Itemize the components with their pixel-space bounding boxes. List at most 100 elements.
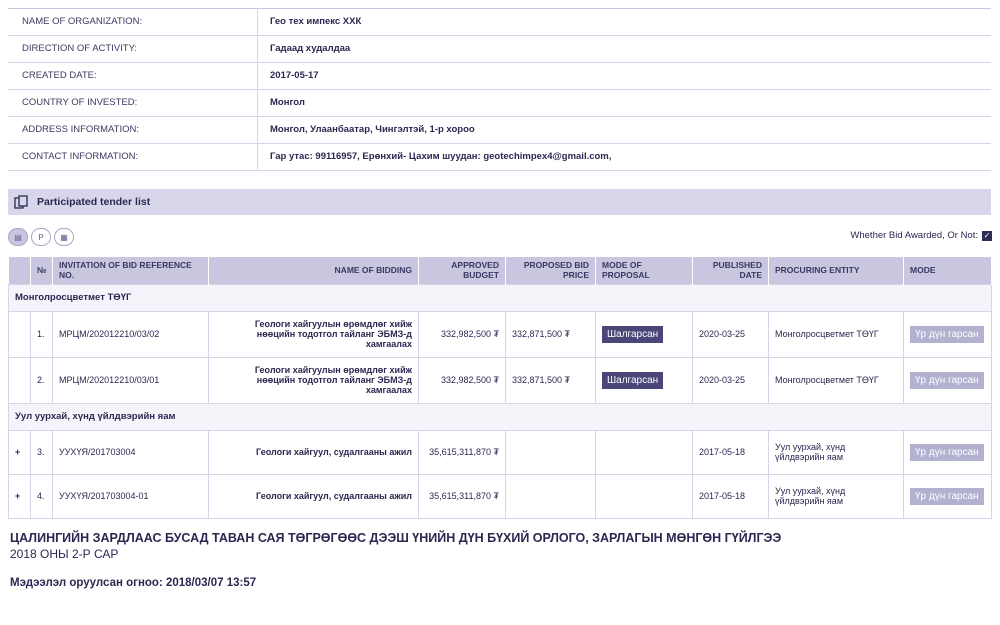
mode-cell: Үр дүн гарсан [903, 473, 992, 519]
result-badge: Үр дүн гарсан [910, 443, 984, 461]
col-expand [8, 257, 31, 284]
tender-ref-link[interactable]: МРЦМ/202012210/03/01 [52, 356, 209, 404]
awarded-filter: Whether Bid Awarded, Or Not: ✓ [850, 230, 992, 241]
tender-table: № INVITATION OF BID REFERENCE NO. NAME O… [8, 257, 992, 519]
published-date: 2020-03-25 [692, 310, 769, 358]
mode-of-proposal-badge: Шалгарсан [602, 371, 664, 389]
result-badge: Үр дүн гарсан [910, 371, 984, 389]
row-no: 4. [30, 473, 53, 519]
table-row: + 4. УУХҮЯ/201703004-01 Геологи хайгуул,… [8, 473, 992, 519]
col-budget: APPROVED BUDGET [418, 257, 506, 284]
org-info-label: ADDRESS INFORMATION: [8, 117, 258, 143]
col-ref: INVITATION OF BID REFERENCE NO. [52, 257, 209, 284]
tender-ref-link[interactable]: МРЦМ/202012210/03/02 [52, 310, 209, 358]
table-row: + 3. УУХҮЯ/201703004 Геологи хайгуул, су… [8, 429, 992, 475]
mode-of-proposal-cell: Шалгарсан [595, 310, 693, 358]
row-no: 1. [30, 310, 53, 358]
mode-of-proposal-cell [595, 473, 693, 519]
awarded-filter-label: Whether Bid Awarded, Or Not: [850, 230, 978, 241]
procuring-entity: Уул уурхай, хүнд үйлдвэрийн яам [768, 429, 904, 475]
approved-budget: 35,615,311,870 ₮ [418, 429, 506, 475]
col-price: PROPOSED BID PRICE [505, 257, 596, 284]
list-view-button[interactable]: ▤ [8, 228, 28, 246]
result-badge: Үр дүн гарсан [910, 325, 984, 343]
org-info-value: Гар утас: 99116957, Ерөнхий- Цахим шууда… [270, 151, 612, 162]
group-name: Монголросцветмет ТӨҮГ [8, 283, 992, 312]
col-no: № [30, 257, 53, 284]
org-info-row-address: ADDRESS INFORMATION: Монгол, Улаанбаатар… [8, 117, 991, 144]
proposed-price: 332,871,500 ₮ [505, 310, 596, 358]
section-title: Participated tender list [37, 196, 151, 208]
row-no: 3. [30, 429, 53, 475]
group-name: Уул уурхай, хүнд үйлдвэрийн яам [8, 402, 992, 431]
org-info-label: CREATED DATE: [8, 63, 258, 89]
calendar-view-icon: ▦ [60, 232, 68, 242]
copy-icon [14, 195, 28, 209]
procuring-entity: Монголросцветмет ТӨҮГ [768, 310, 904, 358]
org-info-value: Монгол, Улаанбаатар, Чингэлтэй, 1-р хоро… [270, 124, 475, 135]
col-mode: MODE [903, 257, 992, 284]
org-info-label: COUNTRY OF INVESTED: [8, 90, 258, 116]
published-date: 2017-05-18 [692, 473, 769, 519]
proposed-price: 332,871,500 ₮ [505, 356, 596, 404]
org-info-value: 2017-05-17 [270, 70, 319, 81]
bidding-name: Геологи хайгуулын өрөмдлөг хийж нөөцийн … [208, 310, 419, 358]
col-mode-proposal: MODE OF PROPOSAL [595, 257, 693, 284]
col-entity: PROCURING ENTITY [768, 257, 904, 284]
view-toggle-group: ▤ Р ▦ [8, 228, 74, 246]
proposed-price [505, 429, 596, 475]
org-info-row-contact: CONTACT INFORMATION: Гар утас: 99116957,… [8, 144, 991, 171]
procuring-entity: Уул уурхай, хүнд үйлдвэрийн яам [768, 473, 904, 519]
org-info-row-country: COUNTRY OF INVESTED: Монгол [8, 90, 991, 117]
result-badge: Үр дүн гарсан [910, 487, 984, 505]
expand-cell [8, 310, 31, 358]
mode-of-proposal-badge: Шалгарсан [602, 325, 664, 343]
entered-date: Мэдээлэл оруулсан огноо: 2018/03/07 13:5… [10, 577, 257, 589]
approved-budget: 332,982,500 ₮ [418, 310, 506, 358]
bidding-name: Геологи хайгуул, судалгааны ажил [208, 429, 419, 475]
tender-ref-link[interactable]: УУХҮЯ/201703004 [52, 429, 209, 475]
approved-budget: 35,615,311,870 ₮ [418, 473, 506, 519]
expand-row-button[interactable]: + [8, 473, 31, 519]
transactions-title: ЦАЛИНГИЙН ЗАРДЛААС БУСАД ТАВАН САЯ ТӨГРӨ… [10, 531, 782, 545]
org-info-label: CONTACT INFORMATION: [8, 144, 258, 170]
table-header-row: № INVITATION OF BID REFERENCE NO. NAME O… [8, 257, 992, 284]
mode-cell: Үр дүн гарсан [903, 310, 992, 358]
org-info-row-created: CREATED DATE: 2017-05-17 [8, 63, 991, 90]
tender-view-button[interactable]: Р [31, 228, 51, 246]
org-info-row-name: NAME OF ORGANIZATION: Гео тех импекс ХХК [8, 9, 991, 36]
expand-cell [8, 356, 31, 404]
tender-list-header: Participated tender list [8, 189, 991, 215]
list-view-icon: ▤ [14, 232, 22, 242]
org-info-value: Гадаад худалдаа [270, 43, 351, 54]
mode-of-proposal-cell [595, 429, 693, 475]
org-info-row-activity: DIRECTION OF ACTIVITY: Гадаад худалдаа [8, 36, 991, 63]
mode-cell: Үр дүн гарсан [903, 356, 992, 404]
awarded-checkbox[interactable]: ✓ [982, 230, 992, 241]
tender-ref-link[interactable]: УУХҮЯ/201703004-01 [52, 473, 209, 519]
row-no: 2. [30, 356, 53, 404]
bidding-name: Геологи хайгуулын өрөмдлөг хийж нөөцийн … [208, 356, 419, 404]
org-info-table: NAME OF ORGANIZATION: Гео тех импекс ХХК… [8, 8, 991, 171]
col-published: PUBLISHED DATE [692, 257, 769, 284]
expand-row-button[interactable]: + [8, 429, 31, 475]
transactions-period: 2018 ОНЫ 2-Р САР [10, 547, 119, 561]
org-info-value: Монгол [270, 97, 305, 108]
org-info-value: Гео тех импекс ХХК [270, 16, 362, 27]
org-info-label: DIRECTION OF ACTIVITY: [8, 36, 258, 62]
calendar-view-button[interactable]: ▦ [54, 228, 74, 246]
bidding-name: Геологи хайгуул, судалгааны ажил [208, 473, 419, 519]
approved-budget: 332,982,500 ₮ [418, 356, 506, 404]
proposed-price [505, 473, 596, 519]
group-row: Монголросцветмет ТӨҮГ [8, 283, 992, 312]
table-row: 2. МРЦМ/202012210/03/01 Геологи хайгуулы… [8, 356, 992, 404]
org-info-label: NAME OF ORGANIZATION: [8, 9, 258, 35]
group-row: Уул уурхай, хүнд үйлдвэрийн яам [8, 402, 992, 431]
col-name: NAME OF BIDDING [208, 257, 419, 284]
table-row: 1. МРЦМ/202012210/03/02 Геологи хайгуулы… [8, 310, 992, 358]
published-date: 2017-05-18 [692, 429, 769, 475]
tender-view-icon: Р [38, 232, 44, 242]
procuring-entity: Монголросцветмет ТӨҮГ [768, 356, 904, 404]
mode-of-proposal-cell: Шалгарсан [595, 356, 693, 404]
published-date: 2020-03-25 [692, 356, 769, 404]
